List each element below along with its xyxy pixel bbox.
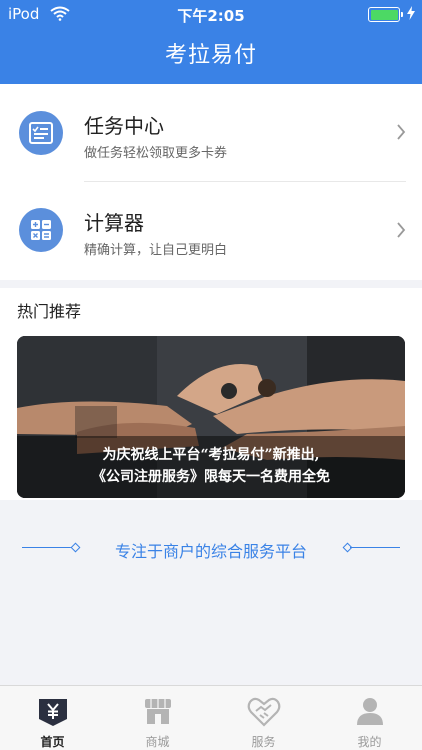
chevron-right-icon <box>396 124 406 144</box>
banner-line-2: 《公司注册服务》限每天一名费用全免 <box>92 469 330 485</box>
menu-item-task-center[interactable]: 任务中心 做任务轻松领取更多卡券 <box>0 84 422 181</box>
menu-item-subtitle: 做任务轻松领取更多卡券 <box>84 146 228 161</box>
banner-line-1: 为庆祝线上平台“考拉易付”新推出, <box>102 447 320 463</box>
section-title: 热门推荐 <box>17 302 82 321</box>
slogan-text: 专注于商户的综合服务平台 <box>114 542 307 561</box>
clock: 下午2:05 <box>177 7 245 25</box>
page-title: 考拉易付 <box>164 43 257 68</box>
menu-item-title: 任务中心 <box>84 114 164 138</box>
banner-caption: 为庆祝线上平台“考拉易付”新推出, 《公司注册服务》限每天一名费用全免 <box>17 436 405 498</box>
tab-home[interactable]: 首页 <box>0 686 105 750</box>
menu-item-title: 计算器 <box>84 211 144 235</box>
menu-item-calculator[interactable]: 计算器 精确计算，让自己更明白 <box>0 182 422 279</box>
nav-bar: 考拉易付 <box>0 28 422 84</box>
tab-mine[interactable]: 我的 <box>317 686 422 750</box>
status-bar: iPod 下午2:05 <box>0 0 422 28</box>
handshake-heart-icon <box>246 693 282 729</box>
slogan-line-right <box>350 547 400 548</box>
store-icon <box>140 693 176 729</box>
task-list-icon <box>19 111 63 155</box>
slogan: 专注于商户的综合服务平台 <box>0 536 422 561</box>
user-icon <box>352 693 388 729</box>
promo-banner[interactable]: 为庆祝线上平台“考拉易付”新推出, 《公司注册服务》限每天一名费用全免 <box>17 336 405 498</box>
hot-recommend-section: 热门推荐 为庆祝线上平台“考拉易付”新推出, 《公司注册服务》限每天一名费用全免 <box>0 288 422 500</box>
tab-store[interactable]: 商城 <box>105 686 210 750</box>
tab-label: 我的 <box>357 735 382 749</box>
tab-bar: 首页 商城 服务 我的 <box>0 685 422 750</box>
battery-icon <box>368 7 403 22</box>
menu-item-subtitle: 精确计算，让自己更明白 <box>84 243 228 258</box>
feature-menu: 任务中心 做任务轻松领取更多卡券 计算器 精确计算，让自己更明白 <box>0 84 422 280</box>
tab-label: 商城 <box>145 735 170 749</box>
home-yuan-icon <box>35 693 71 729</box>
chevron-right-icon <box>396 222 406 242</box>
calculator-icon <box>19 208 63 252</box>
charging-bolt-icon <box>407 6 415 24</box>
tab-label: 服务 <box>251 735 276 749</box>
tab-service[interactable]: 服务 <box>211 686 316 750</box>
tab-label: 首页 <box>40 735 65 749</box>
